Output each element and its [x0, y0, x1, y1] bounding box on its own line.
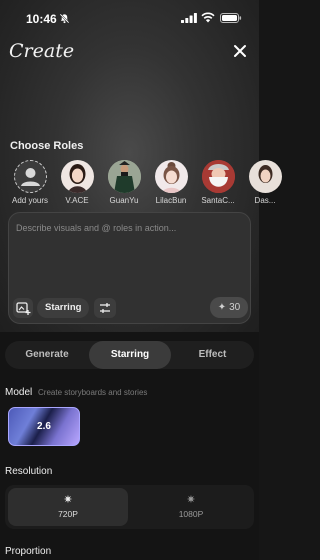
role-avatar	[201, 160, 235, 193]
role-v-ace[interactable]: V.ACE	[53, 160, 101, 205]
role-das[interactable]: Das...	[241, 160, 289, 205]
sparkle-icon: ✦	[217, 302, 227, 313]
sun-icon: ✷	[186, 494, 196, 506]
sun-icon: ✷	[63, 494, 73, 506]
tab-effect[interactable]: Effect	[171, 341, 254, 369]
tab-starring[interactable]: Starring	[89, 341, 171, 369]
prompt-placeholder: Describe visuals and @ roles in action..…	[16, 223, 177, 233]
wifi-icon	[201, 12, 215, 23]
bell-off-icon	[59, 13, 70, 24]
mode-tabs: Generate Starring Effect	[5, 341, 254, 369]
role-label: LilacBun	[155, 196, 187, 205]
resolution-option-label: 720P	[58, 509, 78, 519]
role-label: V.ACE	[65, 196, 89, 205]
role-guanyu[interactable]: GuanYu	[100, 160, 148, 205]
roles-list: Add yours V.ACE GuanYu LilacBun SantaC..…	[0, 160, 282, 210]
role-add-yours[interactable]: Add yours	[6, 160, 54, 205]
add-media-button[interactable]	[13, 298, 33, 318]
role-label: GuanYu	[109, 196, 139, 205]
resolution-label: Resolution	[5, 466, 53, 477]
role-avatar	[248, 160, 282, 193]
role-label: SantaC...	[201, 196, 235, 205]
add-role-avatar	[13, 160, 47, 193]
status-time: 10:46	[26, 12, 57, 26]
credits-badge[interactable]: ✦ 30	[210, 297, 248, 318]
resolution-option-720p[interactable]: ✷ 720P	[8, 488, 128, 526]
role-label: Add yours	[11, 196, 49, 205]
starring-mode-button[interactable]: Starring	[37, 298, 90, 318]
person-icon	[20, 168, 40, 186]
close-icon[interactable]	[233, 44, 247, 58]
tab-generate[interactable]: Generate	[5, 341, 89, 369]
role-avatar	[60, 160, 94, 193]
model-hint: Create storyboards and stories	[38, 388, 148, 397]
role-santac[interactable]: SantaC...	[194, 160, 242, 205]
credits-count: 30	[229, 302, 241, 313]
page-title: Create	[9, 40, 75, 62]
role-label: Das...	[254, 196, 276, 205]
resolution-option-label: 1080P	[178, 509, 204, 519]
image-upload-icon	[16, 302, 31, 315]
sliders-icon	[100, 303, 110, 313]
signal-icon	[181, 13, 197, 23]
role-avatar	[107, 160, 141, 193]
model-label: Model	[5, 387, 33, 398]
choose-roles-heading: Choose Roles	[10, 140, 84, 152]
role-lilacbun[interactable]: LilacBun	[147, 160, 195, 205]
settings-adjust-button[interactable]	[94, 298, 116, 318]
role-avatar	[154, 160, 188, 193]
resolution-selector: ✷ 720P ✷ 1080P	[5, 485, 254, 529]
resolution-option-1080p[interactable]: ✷ 1080P	[131, 488, 251, 526]
proportion-label: Proportion	[5, 546, 52, 557]
battery-icon	[220, 13, 242, 23]
model-version: 2.6	[37, 421, 51, 432]
